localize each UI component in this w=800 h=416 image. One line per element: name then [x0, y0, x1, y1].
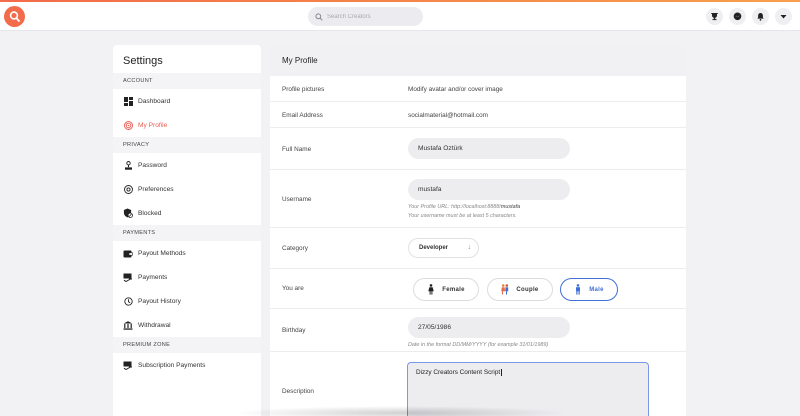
sidebar-item-label: Dashboard — [138, 97, 171, 105]
bank-icon — [123, 320, 133, 330]
subscription-icon — [123, 360, 133, 370]
sidebar-item-label: Subscription Payments — [138, 361, 206, 369]
email-label: Email Address — [282, 112, 323, 119]
search-bar[interactable] — [308, 7, 423, 26]
gender-label: You are — [282, 285, 304, 292]
profile-url-prefix: Your Profile URL: http://localhost:8888/ — [408, 204, 501, 210]
description-text: Dizzy Creators Content Script — [416, 369, 501, 376]
username-label: Username — [282, 196, 312, 203]
profile-url-username: mustafa — [500, 204, 521, 210]
birthday-field[interactable] — [408, 317, 570, 338]
sidebar-item-label: My Profile — [138, 121, 168, 129]
category-value: Developer — [419, 245, 449, 251]
sidebar-title: Settings — [123, 55, 163, 67]
caret-down-icon[interactable] — [775, 8, 792, 25]
preferences-icon — [123, 184, 133, 194]
sidebar-item-withdrawal[interactable]: Withdrawal — [113, 313, 261, 337]
bottom-shadow — [230, 406, 570, 416]
sidebar-item-password[interactable]: Password — [113, 153, 261, 177]
gender-female-button[interactable]: Female — [413, 278, 479, 301]
gender-couple-button[interactable]: Couple — [487, 278, 553, 301]
birthday-label: Birthday — [282, 327, 306, 334]
password-icon — [123, 160, 133, 170]
payments-icon — [123, 272, 133, 282]
trophy-icon[interactable] — [706, 8, 723, 25]
settings-sidebar: Settings ACCOUNT Dashboard My Profile PR… — [113, 45, 261, 416]
sidebar-item-label: Password — [138, 161, 167, 169]
username-length-hint: Your username must be at least 5 charact… — [408, 213, 517, 219]
section-header-premium-zone: PREMIUM ZONE — [113, 337, 261, 353]
username-field[interactable] — [408, 179, 570, 200]
category-row: Category Developer ↓ — [270, 228, 686, 269]
full-name-row: Full Name — [270, 128, 686, 170]
top-navbar — [0, 2, 800, 31]
section-header-payments: PAYMENTS — [113, 225, 261, 241]
sidebar-item-preferences[interactable]: Preferences — [113, 177, 261, 201]
blocked-icon — [123, 208, 133, 218]
profile-pictures-label: Profile pictures — [282, 86, 325, 93]
sidebar-item-my-profile[interactable]: My Profile — [113, 113, 261, 137]
search-icon — [315, 8, 323, 26]
history-icon — [123, 296, 133, 306]
dashboard-icon — [123, 96, 133, 106]
username-row: Username Your Profile URL: http://localh… — [270, 170, 686, 228]
gender-label-couple: Couple — [516, 286, 539, 293]
sidebar-item-dashboard[interactable]: Dashboard — [113, 89, 261, 113]
sidebar-item-label: Blocked — [138, 209, 162, 217]
email-row: Email Address socialmaterial@hotmail.com — [270, 102, 686, 128]
gender-row: You are Female Couple Male — [270, 269, 686, 309]
sidebar-item-blocked[interactable]: Blocked — [113, 201, 261, 225]
profile-url-hint: Your Profile URL: http://localhost:8888/… — [408, 204, 520, 210]
section-header-privacy: PRIVACY — [113, 137, 261, 153]
sidebar-item-label: Preferences — [138, 185, 174, 193]
section-header-account: ACCOUNT — [113, 73, 261, 89]
couple-icon — [501, 284, 509, 295]
sidebar-item-label: Payout Methods — [138, 249, 186, 257]
gender-label-female: Female — [442, 286, 465, 293]
sidebar-item-label: Payments — [138, 273, 168, 281]
gender-label-male: Male — [589, 286, 604, 293]
search-input[interactable] — [327, 13, 417, 20]
category-select[interactable]: Developer ↓ — [408, 238, 479, 258]
bell-icon[interactable] — [752, 8, 769, 25]
birthday-format-hint: Date in the format DD/MM/YYYY (for examp… — [408, 342, 549, 348]
page-title: My Profile — [270, 45, 686, 76]
modify-avatar-link[interactable]: Modify avatar and/or cover image — [408, 86, 503, 93]
sidebar-item-payments[interactable]: Payments — [113, 265, 261, 289]
gender-male-button[interactable]: Male — [560, 278, 618, 301]
profile-panel: My Profile Profile pictures Modify avata… — [270, 45, 686, 416]
messenger-icon[interactable] — [729, 8, 746, 25]
sidebar-item-payout-history[interactable]: Payout History — [113, 289, 261, 313]
logo-icon[interactable] — [4, 6, 25, 27]
description-label: Description — [282, 388, 314, 395]
sidebar-item-payout-methods[interactable]: Payout Methods — [113, 241, 261, 265]
text-cursor — [501, 369, 503, 376]
profile-icon — [123, 120, 133, 130]
sidebar-item-label: Payout History — [138, 297, 181, 305]
male-icon — [574, 284, 582, 295]
sidebar-item-label: Withdrawal — [138, 321, 171, 329]
sidebar-item-subscription-payments[interactable]: Subscription Payments — [113, 353, 261, 377]
email-value: socialmaterial@hotmail.com — [408, 112, 489, 119]
female-icon — [427, 284, 435, 295]
wallet-icon — [123, 248, 133, 258]
profile-pictures-row: Profile pictures Modify avatar and/or co… — [270, 76, 686, 102]
arrow-down-icon: ↓ — [467, 244, 472, 251]
category-label: Category — [282, 245, 308, 252]
birthday-row: Birthday Date in the format DD/MM/YYYY (… — [270, 309, 686, 352]
full-name-field[interactable] — [408, 138, 570, 159]
full-name-label: Full Name — [282, 146, 312, 153]
